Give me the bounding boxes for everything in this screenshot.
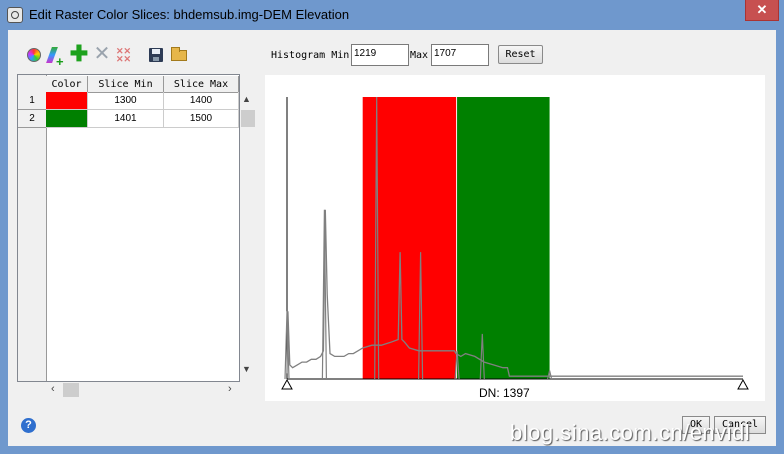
save-icon[interactable] [146,45,166,65]
table-horizontal-scrollbar[interactable]: ‹ › [17,382,240,398]
histogram-min-input[interactable]: 1219 [351,44,409,66]
window-title: Edit Raster Color Slices: bhdemsub.img-D… [29,7,350,22]
color-wheel-icon[interactable] [24,45,44,65]
gradient-icon[interactable]: + [46,45,66,69]
slice-table: Color Slice Min Slice Max 1 1300 1400 2 … [17,74,240,382]
delete-all-icon[interactable]: ✕✕ ✕✕ [114,45,134,65]
close-button[interactable]: ✕ [745,0,779,21]
slice-max-cell[interactable]: 1400 [164,92,239,110]
delete-icon[interactable]: ✕ [92,44,112,65]
color-slice-band [457,97,550,379]
scroll-up-arrow-icon[interactable]: ▲ [242,94,251,104]
scroll-thumb[interactable] [241,110,255,127]
range-max-handle [737,378,749,390]
reset-button[interactable]: Reset [498,45,543,64]
dialog-window: Edit Raster Color Slices: bhdemsub.img-D… [0,0,784,454]
slice-min-cell[interactable]: 1300 [88,92,164,110]
histogram-svg[interactable] [265,75,765,401]
app-icon [7,7,23,23]
color-swatch[interactable] [46,92,88,110]
column-header-slice-min[interactable]: Slice Min [88,76,164,93]
scroll-left-arrow-icon[interactable]: ‹ [51,383,55,395]
open-folder-icon[interactable] [169,45,189,65]
slice-max-cell[interactable]: 1500 [164,110,239,128]
histogram-max-input[interactable]: 1707 [431,44,489,66]
scroll-right-arrow-icon[interactable]: › [228,383,232,395]
histogram-max-label: Max [410,50,429,61]
row-number[interactable]: 1 [18,92,46,110]
histogram-plot[interactable]: DN: 1397 [265,75,765,401]
color-swatch[interactable] [46,110,88,128]
scroll-thumb[interactable] [63,383,79,397]
scroll-down-arrow-icon[interactable]: ▼ [242,364,251,374]
dialog-body: + ✚ ✕ ✕✕ ✕✕ Color Slice Min Slice Max 1 1… [8,30,776,446]
histogram-min-label: Histogram Min [271,50,350,61]
title-bar[interactable]: Edit Raster Color Slices: bhdemsub.img-D… [0,0,784,30]
watermark-text: blog.sina.com.cn/envidl [510,420,751,445]
table-vertical-scrollbar[interactable]: ▲ ▼ [240,92,256,382]
help-icon[interactable]: ? [21,418,36,433]
column-header-color[interactable]: Color [46,76,88,93]
column-header-slice-max[interactable]: Slice Max [164,76,239,93]
slice-min-cell[interactable]: 1401 [88,110,164,128]
dn-readout: DN: 1397 [479,386,530,400]
row-number[interactable]: 2 [18,110,46,128]
add-icon[interactable]: ✚ [69,43,89,65]
range-min-handle [281,378,293,390]
